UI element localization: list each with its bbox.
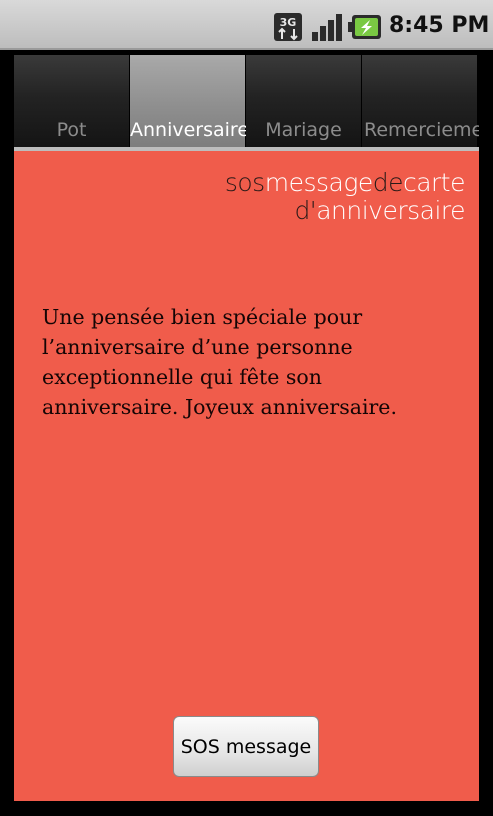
battery-charging-icon [348,15,381,39]
status-bar-time: 8:45 PM [389,13,490,38]
brand-line-2: d'anniversaire [225,197,465,225]
tab-label: Remerciement [364,119,479,141]
message-text: Une pensée bien spéciale pour l’annivers… [42,305,397,419]
tab-remerciement[interactable]: Remerciement [362,55,479,147]
brand-text: message [264,168,374,197]
svg-text:3G: 3G [280,16,297,29]
brand-text: de [372,168,404,197]
tab-label: Pot [56,119,87,141]
sos-message-button[interactable]: SOS message [173,716,319,777]
brand-text: carte [402,168,466,197]
message-card: sosmessagedecarte d'anniversaire Une pen… [14,151,479,801]
brand-text: anniversaire [316,196,465,225]
brand-text: sos [224,168,265,197]
tab-anniversaire[interactable]: Anniversaire [130,55,250,147]
status-bar: 3G 8:45 PM [0,0,493,50]
signal-strength-icon [312,14,342,41]
tab-label: Mariage [265,119,342,141]
3g-data-icon: 3G [274,13,302,41]
tab-bar: Pot Anniversaire Mariage Remerciement [14,55,479,147]
tab-mariage[interactable]: Mariage [246,55,361,147]
tab-pot[interactable]: Pot [14,55,129,147]
brand-logo: sosmessagedecarte d'anniversaire [224,168,466,225]
phone-screen: 3G 8:45 PM Pot Anniversaire Mariage Reme… [0,0,493,816]
brand-line-1: sosmessagedecarte [224,168,466,197]
tab-label: Anniversaire [130,119,250,141]
brand-text: d' [294,196,317,225]
